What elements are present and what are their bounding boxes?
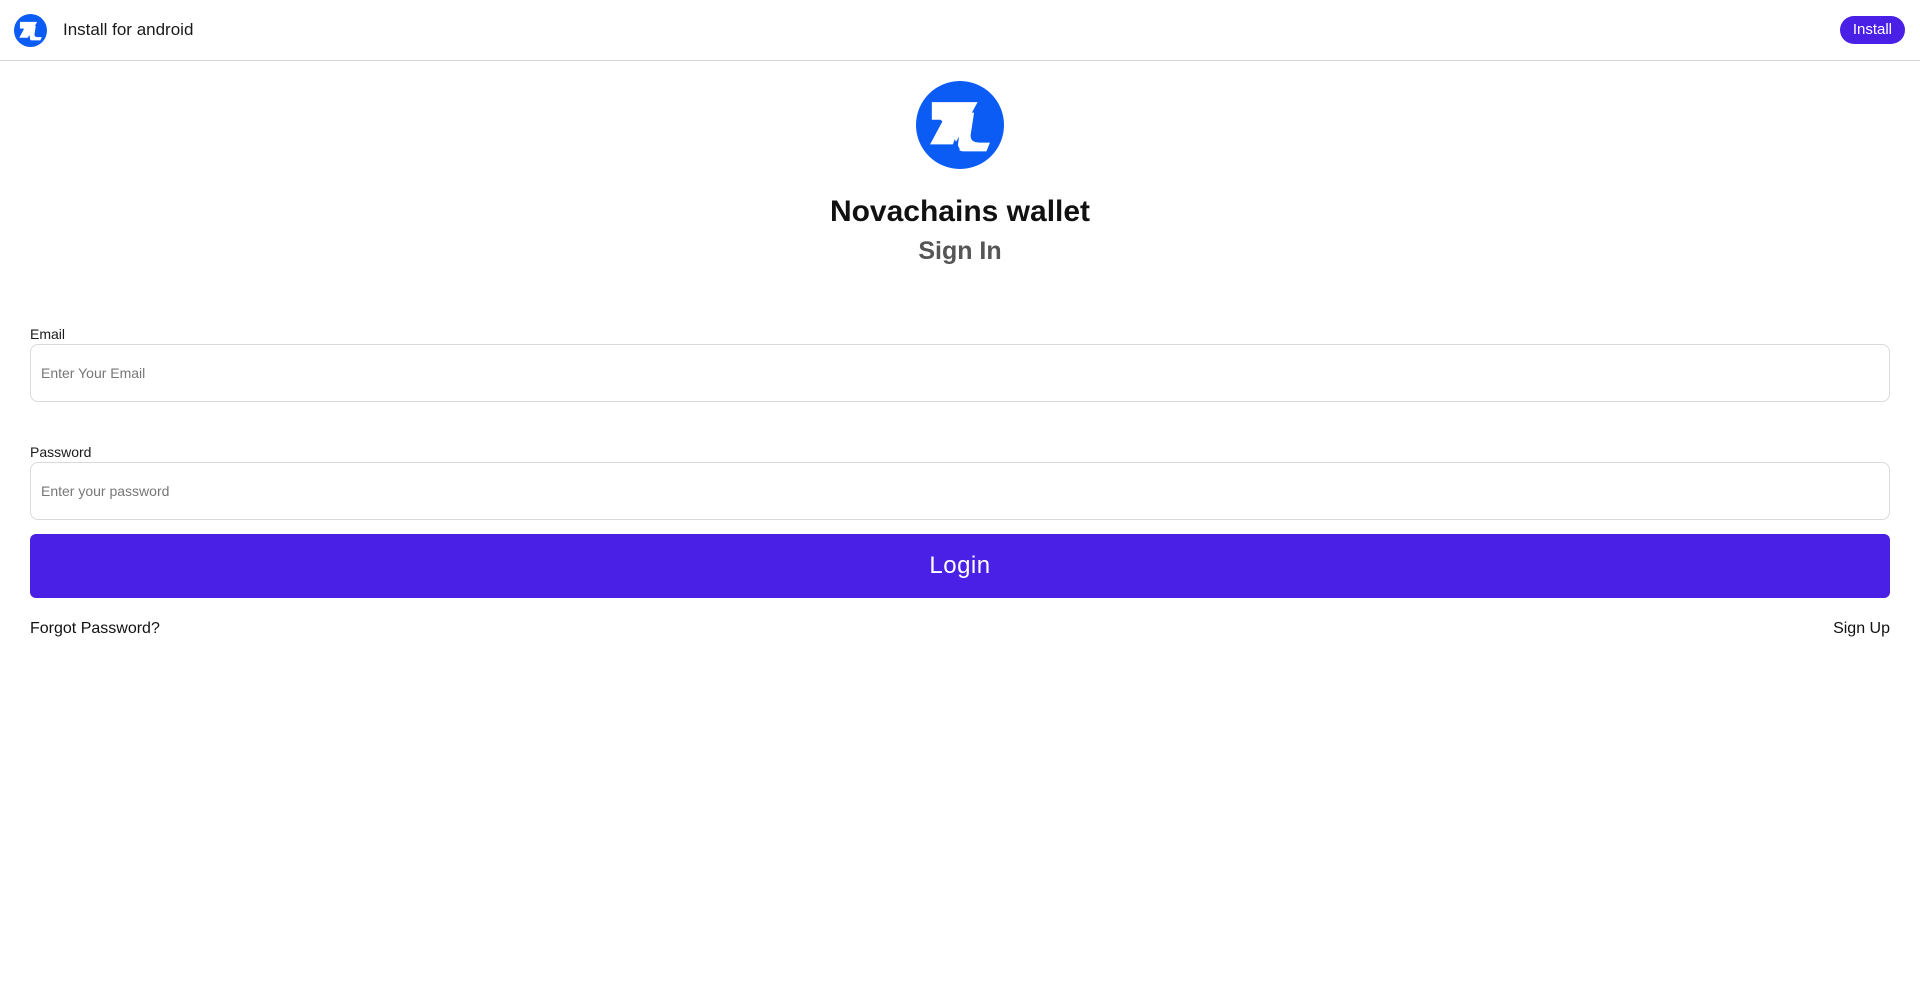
app-title: Novachains wallet [829, 195, 1091, 228]
install-banner-text: Install for android [63, 20, 194, 39]
install-banner: Install for android Install [0, 0, 1920, 61]
email-label: Email [30, 326, 66, 342]
page-title: Sign In [918, 237, 1002, 265]
login-button[interactable]: Login [30, 534, 1890, 598]
email-field[interactable] [30, 344, 1890, 402]
novachains-logo-icon [14, 14, 47, 47]
novachains-logo-icon [916, 81, 1004, 169]
install-button[interactable]: Install [1839, 16, 1905, 44]
forgot-password-link[interactable]: Forgot Password? [30, 619, 160, 639]
password-label: Password [30, 444, 92, 460]
password-field[interactable] [30, 462, 1890, 520]
sign-up-link[interactable]: Sign Up [1833, 619, 1890, 639]
